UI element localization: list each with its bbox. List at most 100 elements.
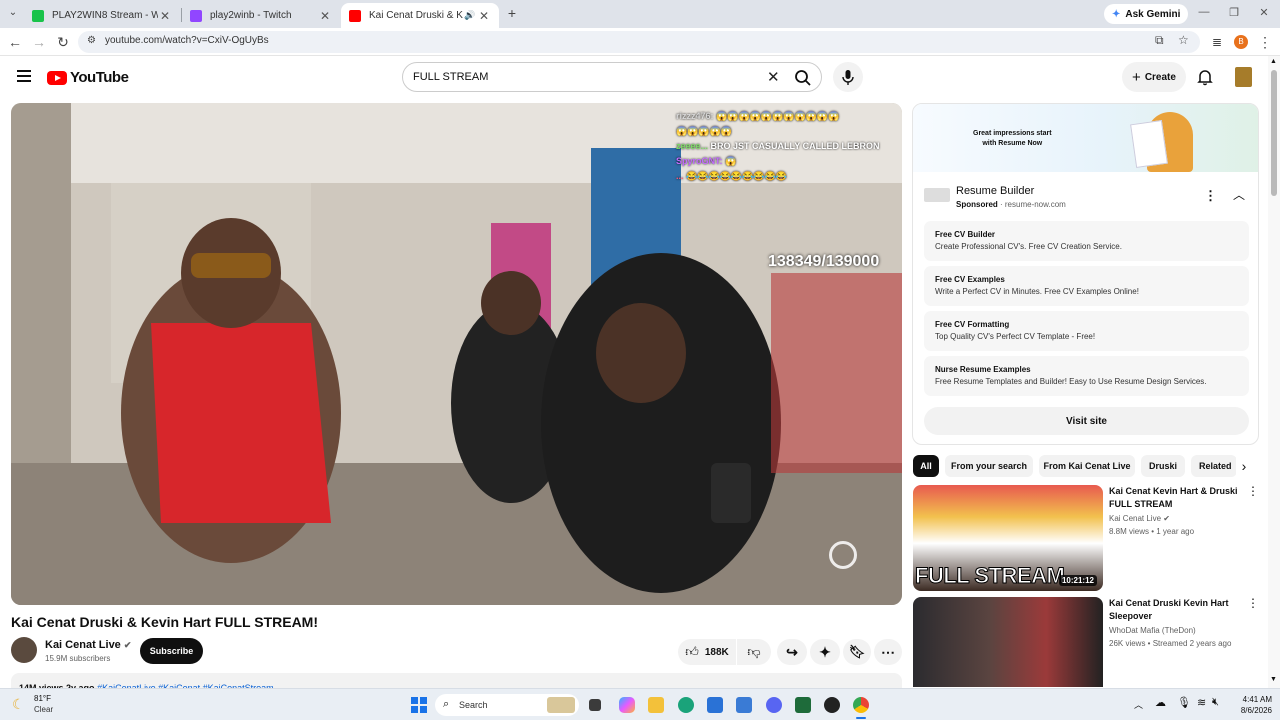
- collapse-chevron-icon[interactable]: ︿: [1233, 186, 1245, 203]
- new-tab-icon[interactable]: +: [503, 4, 521, 22]
- more-options-icon[interactable]: ⋮: [1247, 485, 1259, 497]
- microsoft-store-icon[interactable]: [707, 697, 723, 713]
- voice-search-button[interactable]: [833, 62, 863, 92]
- recommended-channel-name[interactable]: Kai Cenat Live: [1109, 514, 1161, 523]
- ad-menu-dots-icon[interactable]: ⋮: [1204, 188, 1217, 204]
- reading-list-icon[interactable]: ≣: [1208, 33, 1226, 51]
- address-bar[interactable]: ⚙ youtube.com/watch?v=CxiV-OgUyBs ⧉ ☆: [78, 31, 1200, 53]
- ad-option[interactable]: Free CV Examples Write a Perfect CV in M…: [924, 266, 1249, 306]
- scroll-down-arrow-icon[interactable]: ▼: [1270, 676, 1277, 683]
- chip-druski[interactable]: Druski: [1141, 455, 1185, 477]
- restore-icon[interactable]: ❐: [1226, 6, 1242, 19]
- close-tab-icon[interactable]: ✕: [158, 9, 172, 23]
- gemini-sparkle-icon: ✦: [1112, 8, 1121, 20]
- install-app-icon[interactable]: ⧉: [1155, 33, 1164, 48]
- recommended-title[interactable]: Kai Cenat Kevin Hart & Druski FULL STREA…: [1109, 485, 1247, 511]
- taskbar-search-icon: ⌕: [443, 698, 450, 710]
- tab-youtube-active[interactable]: Kai Cenat Druski & Kevin Hart FULL STREA…: [341, 3, 499, 28]
- like-button[interactable]: 👍︎ 188K: [678, 639, 736, 665]
- terminal-app-icon[interactable]: [795, 697, 811, 713]
- windows-start-icon[interactable]: [411, 697, 427, 713]
- subscribe-button[interactable]: Subscribe: [140, 638, 203, 664]
- ad-option-desc: Free Resume Templates and Builder! Easy …: [935, 377, 1207, 386]
- chrome-browser-icon[interactable]: [853, 697, 869, 713]
- account-avatar[interactable]: [1235, 67, 1252, 87]
- mic-tray-icon[interactable]: 🎙︎: [1177, 696, 1191, 709]
- hamburger-menu-icon[interactable]: [17, 70, 31, 82]
- recommended-video[interactable]: Kai Cenat Druski Kevin Hart Sleepover Wh…: [913, 597, 1259, 687]
- advertiser-logo[interactable]: [924, 188, 950, 202]
- scroll-up-arrow-icon[interactable]: ▲: [1270, 58, 1277, 65]
- recommended-channel[interactable]: WhoDat Mafia (TheDon): [1109, 626, 1196, 635]
- ad-option[interactable]: Free CV Builder Create Professional CV's…: [924, 221, 1249, 261]
- more-options-icon[interactable]: ⋮: [1247, 597, 1259, 609]
- volume-muted-icon[interactable]: 🔇︎: [1212, 696, 1219, 709]
- taskbar-search[interactable]: ⌕ Search: [435, 694, 579, 716]
- ad-option[interactable]: Free CV Formatting Top Quality CV's Perf…: [924, 311, 1249, 351]
- channel-name[interactable]: Kai Cenat Live ✔: [45, 639, 131, 651]
- audio-playing-icon[interactable]: 🔊: [463, 10, 477, 21]
- site-info-icon[interactable]: ⚙: [87, 35, 96, 46]
- back-arrow-icon[interactable]: ←: [6, 33, 24, 51]
- video-thumbnail[interactable]: [913, 597, 1103, 687]
- reload-icon[interactable]: ↻: [54, 33, 72, 51]
- recommended-channel[interactable]: Kai Cenat Live ✔: [1109, 514, 1170, 523]
- video-player[interactable]: rizzz476: 😱😱😱😱😱😱😱😱😱😱😱 😱😱😱😱😱 zeeee... BRO…: [11, 103, 902, 605]
- youtube-header: YouTube FULL STREAM ✕ + Create: [0, 56, 1268, 100]
- system-clock[interactable]: 4:41 AM 8/6/2026: [1226, 694, 1272, 716]
- task-view-icon[interactable]: [589, 699, 601, 711]
- search-icon[interactable]: [793, 68, 813, 88]
- discord-icon[interactable]: [766, 697, 782, 713]
- video-thumbnail[interactable]: FULL STREAM 10:21:12: [913, 485, 1103, 591]
- edge-browser-icon[interactable]: [678, 697, 694, 713]
- create-button[interactable]: + Create: [1122, 62, 1186, 92]
- scrollbar-thumb[interactable]: [1271, 70, 1277, 196]
- obs-studio-icon[interactable]: [824, 697, 840, 713]
- profile-avatar-icon[interactable]: B: [1234, 35, 1248, 49]
- chat-message: 😱: [725, 156, 737, 166]
- visit-site-button[interactable]: Visit site: [924, 407, 1249, 435]
- chip-related[interactable]: Related: [1191, 455, 1237, 477]
- browser-menu-icon[interactable]: ⋮: [1256, 33, 1274, 51]
- copilot-icon[interactable]: [619, 697, 635, 713]
- chip-all[interactable]: All: [913, 455, 939, 477]
- share-button[interactable]: ↪: [777, 639, 807, 665]
- recommended-title[interactable]: Kai Cenat Druski Kevin Hart Sleepover: [1109, 597, 1247, 623]
- more-actions-button[interactable]: ⋯: [874, 639, 902, 665]
- channel-avatar[interactable]: [11, 637, 37, 663]
- close-tab-icon[interactable]: ✕: [318, 9, 332, 23]
- bookmark-star-icon[interactable]: ☆: [1178, 33, 1189, 47]
- search-box[interactable]: FULL STREAM ✕: [402, 62, 822, 92]
- chip-from-kai-cenat-live[interactable]: From Kai Cenat Live: [1039, 455, 1135, 477]
- ask-ai-button[interactable]: ✦: [810, 639, 840, 665]
- outlook-icon[interactable]: [736, 697, 752, 713]
- tab-list-icon[interactable]: ⌄: [4, 4, 22, 22]
- channel-name-text[interactable]: Kai Cenat Live: [45, 639, 121, 651]
- chips-next-chevron-icon[interactable]: ›: [1236, 457, 1252, 475]
- page-scrollbar[interactable]: ▲ ▼: [1268, 56, 1280, 688]
- advertiser-name[interactable]: Resume Builder: [956, 185, 1034, 197]
- save-button[interactable]: 🔖︎: [843, 639, 871, 665]
- close-window-icon[interactable]: ✕: [1256, 6, 1272, 19]
- ad-banner-image[interactable]: Great impressions start with Resume Now: [913, 104, 1258, 172]
- dislike-button[interactable]: 👎︎: [737, 639, 771, 665]
- file-explorer-icon[interactable]: [648, 697, 664, 713]
- close-tab-icon[interactable]: ✕: [477, 9, 491, 23]
- notifications-bell-icon[interactable]: [1195, 67, 1215, 87]
- recommended-video[interactable]: FULL STREAM 10:21:12 Kai Cenat Kevin Har…: [913, 485, 1259, 591]
- tab-play2win8[interactable]: PLAY2WIN8 Stream - Watch Live ✕: [24, 3, 180, 28]
- wifi-icon[interactable]: ≋: [1197, 696, 1206, 709]
- forward-arrow-icon[interactable]: →: [30, 33, 48, 51]
- ask-gemini-button[interactable]: ✦ Ask Gemini: [1104, 4, 1189, 24]
- chip-from-your-search[interactable]: From your search: [945, 455, 1033, 477]
- clear-search-icon[interactable]: ✕: [767, 68, 780, 86]
- youtube-logo[interactable]: YouTube: [47, 69, 129, 86]
- tab-twitch[interactable]: play2winb - Twitch ✕: [182, 3, 340, 28]
- url-text[interactable]: youtube.com/watch?v=CxiV-OgUyBs: [105, 35, 269, 46]
- chat-line: SpyroGNT: 😱: [676, 154, 901, 169]
- search-input[interactable]: FULL STREAM: [413, 71, 488, 83]
- minimize-icon[interactable]: —: [1196, 6, 1212, 18]
- ad-option[interactable]: Nurse Resume Examples Free Resume Templa…: [924, 356, 1249, 396]
- tray-overflow-chevron-icon[interactable]: ︿: [1134, 698, 1143, 711]
- network-icon[interactable]: ☁: [1155, 696, 1166, 709]
